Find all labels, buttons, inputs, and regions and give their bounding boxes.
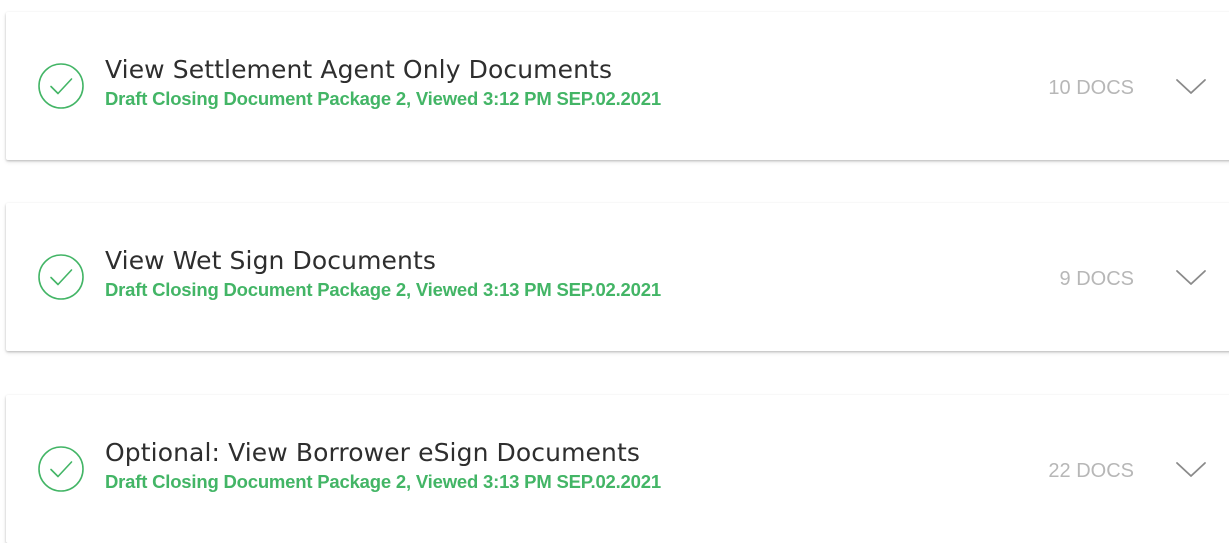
- package-subtitle: Draft Closing Document Package 2, Viewed…: [105, 471, 661, 492]
- package-subtitle: Draft Closing Document Package 2, Viewed…: [105, 88, 661, 109]
- package-title: View Settlement Agent Only Documents: [105, 55, 613, 84]
- check-circle-icon: [37, 253, 85, 301]
- package-subtitle: Draft Closing Document Package 2, Viewed…: [105, 279, 661, 300]
- package-card-borrower-esign[interactable]: Optional: View Borrower eSign Documents …: [6, 395, 1229, 543]
- check-circle-icon: [37, 62, 85, 110]
- package-card-settlement-agent[interactable]: View Settlement Agent Only Documents Dra…: [6, 12, 1229, 160]
- package-card-wet-sign[interactable]: View Wet Sign Documents Draft Closing Do…: [6, 203, 1229, 351]
- doc-count-badge: 9 DOCS: [1059, 268, 1134, 290]
- package-title: View Wet Sign Documents: [105, 246, 436, 275]
- package-text: View Wet Sign Documents Draft Closing Do…: [105, 245, 661, 302]
- package-text: View Settlement Agent Only Documents Dra…: [105, 54, 661, 111]
- check-circle-icon: [37, 445, 85, 493]
- chevron-down-icon[interactable]: [1174, 458, 1208, 480]
- package-text: Optional: View Borrower eSign Documents …: [105, 437, 661, 494]
- chevron-down-icon[interactable]: [1174, 266, 1208, 288]
- doc-count-badge: 10 DOCS: [1048, 77, 1134, 99]
- package-title: Optional: View Borrower eSign Documents: [105, 438, 641, 467]
- doc-count-badge: 22 DOCS: [1048, 460, 1134, 482]
- chevron-down-icon[interactable]: [1174, 75, 1208, 97]
